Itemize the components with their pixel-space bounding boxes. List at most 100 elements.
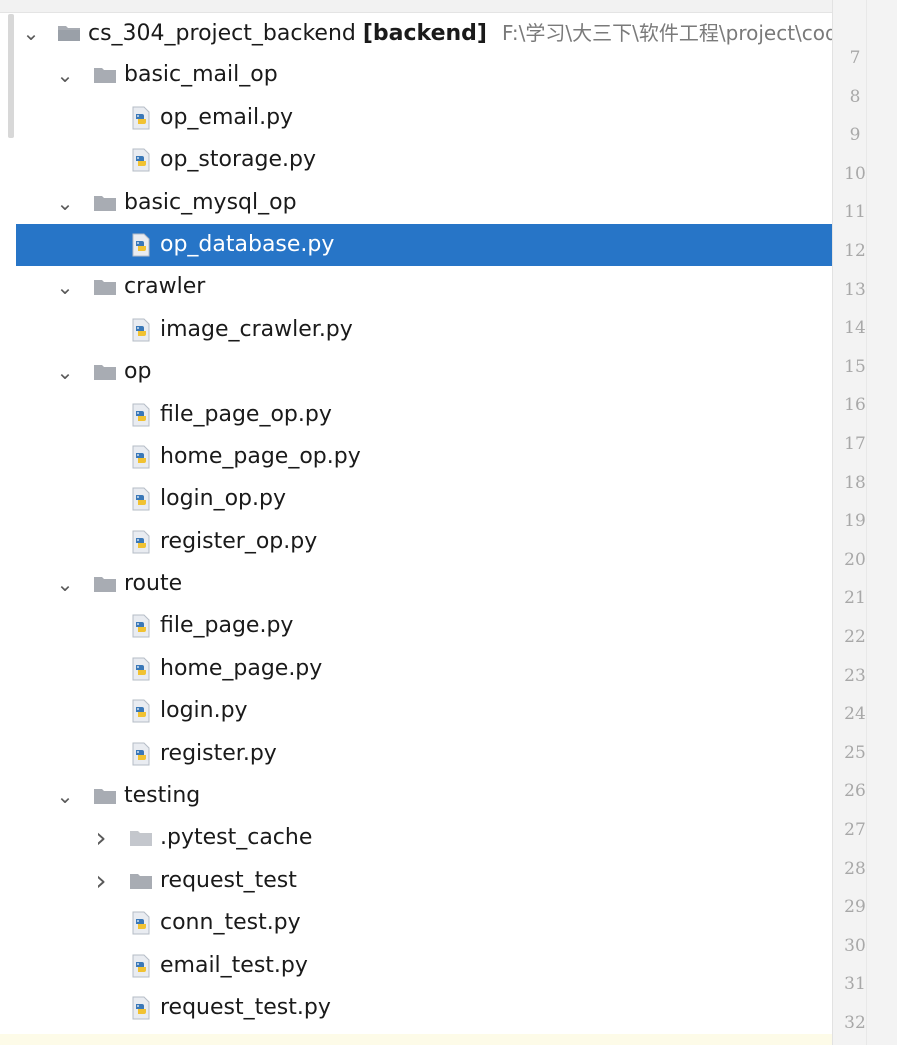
tree-folder-row[interactable]: ⌄ basic_mysql_op	[0, 182, 832, 224]
python-file-icon	[128, 741, 154, 767]
line-number: 23	[844, 665, 866, 686]
module-name: [backend]	[362, 21, 487, 46]
file-label: register.py	[160, 740, 277, 766]
tree-file-row[interactable]: email_test.py	[0, 945, 832, 987]
tree-folder-row[interactable]: ⌄ op	[0, 351, 832, 393]
python-file-icon	[128, 910, 154, 936]
tree-file-row[interactable]: register_op.py	[0, 521, 832, 563]
file-label: email_test.py	[160, 952, 308, 978]
tree-folder-row[interactable]: ⌄ testing	[0, 775, 832, 817]
folder-label: basic_mail_op	[124, 62, 278, 88]
folder-icon	[128, 868, 154, 894]
python-file-icon	[128, 232, 154, 258]
tree-file-row[interactable]: file_page.py	[0, 605, 832, 647]
file-label: home_page_op.py	[160, 443, 361, 469]
chevron-down-icon[interactable]: ⌄	[52, 182, 78, 224]
line-number: 14	[844, 318, 866, 339]
python-file-icon	[128, 953, 154, 979]
project-path: F:\学习\大三下\软件工程\project\cod	[501, 21, 838, 45]
line-number: 16	[844, 395, 866, 416]
tree-row-project-root[interactable]: ⌄ cs_304_project_backend [backend] F:\学习…	[0, 12, 838, 54]
tree-folder-row[interactable]: ⌄ route	[0, 563, 832, 605]
tree-file-row[interactable]: home_page_op.py	[0, 436, 832, 478]
gutter-divider	[866, 0, 867, 1045]
file-label: op_email.py	[160, 104, 294, 130]
module-folder-icon	[56, 20, 82, 46]
file-label: file_page.py	[160, 613, 294, 639]
file-label: login.py	[160, 698, 248, 724]
line-number: 9	[849, 125, 861, 146]
tree-file-row[interactable]: conn_test.py	[0, 902, 832, 944]
line-number	[833, 0, 877, 12]
tree-file-row[interactable]: op_database.py	[16, 223, 832, 267]
file-label: login_op.py	[160, 486, 286, 512]
line-number: 12	[844, 241, 866, 261]
line-number: 7	[849, 48, 861, 68]
line-number: 27	[844, 820, 866, 840]
tree-file-row[interactable]: image_crawler.py	[0, 309, 832, 351]
tree-folder-row[interactable]: › .pytest_cache	[0, 817, 832, 859]
chevron-right-icon[interactable]: ›	[88, 860, 114, 902]
chevron-down-icon[interactable]: ⌄	[18, 12, 44, 54]
chevron-down-icon[interactable]: ⌄	[52, 266, 78, 308]
folder-label: .pytest_cache	[160, 825, 313, 851]
folder-label: crawler	[124, 274, 206, 300]
python-file-icon	[128, 613, 154, 639]
line-number: 28	[844, 858, 866, 879]
folder-icon	[92, 190, 118, 216]
tree-file-row[interactable]: home_page.py	[0, 648, 832, 690]
file-label: image_crawler.py	[160, 316, 353, 342]
chevron-down-icon[interactable]: ⌄	[52, 351, 78, 393]
tree-folder-row[interactable]: › request_test	[0, 860, 832, 902]
tree-file-row[interactable]: login.py	[0, 690, 832, 732]
tree-rows: ⌄ basic_mail_op op_email.py op_storage.py ⌄ b…	[0, 54, 832, 1029]
folder-label: request_test	[160, 867, 297, 893]
tree-bottom-edge	[0, 1034, 832, 1045]
tree-folder-row[interactable]: ⌄ basic_mail_op	[0, 54, 832, 96]
tree-folder-row[interactable]: ⌄ crawler	[0, 266, 832, 308]
tree-file-row[interactable]: file_page_op.py	[0, 394, 832, 436]
project-root-label: cs_304_project_backend [backend] F:\学习\大…	[88, 12, 838, 54]
file-label: op_database.py	[160, 231, 335, 257]
chevron-right-icon[interactable]: ›	[88, 817, 114, 859]
folder-icon	[92, 62, 118, 88]
python-file-icon	[128, 656, 154, 682]
line-number: 32	[844, 1013, 866, 1033]
folder-icon	[128, 825, 154, 851]
file-label: request_test.py	[160, 994, 331, 1020]
folder-icon	[92, 783, 118, 809]
file-label: home_page.py	[160, 655, 323, 681]
line-number: 31	[844, 974, 866, 995]
python-file-icon	[128, 402, 154, 428]
folder-label: testing	[124, 783, 201, 809]
file-label: op_storage.py	[160, 147, 316, 173]
line-number: 19	[844, 511, 866, 532]
line-number: 17	[844, 434, 866, 454]
python-file-icon	[128, 529, 154, 555]
python-file-icon	[128, 444, 154, 470]
file-label: file_page_op.py	[160, 401, 332, 427]
tree-file-row[interactable]: op_email.py	[0, 97, 832, 139]
tree-file-row[interactable]: login_op.py	[0, 478, 832, 520]
file-label: register_op.py	[160, 528, 318, 554]
file-label: conn_test.py	[160, 910, 301, 936]
tree-file-row[interactable]: request_test.py	[0, 987, 832, 1029]
line-number: 15	[844, 356, 866, 377]
folder-icon	[92, 571, 118, 597]
folder-label: basic_mysql_op	[124, 189, 297, 215]
chevron-down-icon[interactable]: ⌄	[52, 775, 78, 817]
folder-icon	[92, 274, 118, 300]
python-file-icon	[128, 698, 154, 724]
line-number: 18	[844, 472, 866, 493]
line-number: 13	[844, 279, 866, 300]
project-tool-window: ⌄ cs_304_project_backend [backend] F:\学习…	[0, 0, 897, 1045]
chevron-down-icon[interactable]: ⌄	[52, 563, 78, 605]
python-file-icon	[128, 317, 154, 343]
chevron-down-icon[interactable]: ⌄	[52, 54, 78, 96]
tree-file-row[interactable]: register.py	[0, 733, 832, 775]
tree-file-row[interactable]: op_storage.py	[0, 139, 832, 181]
line-number: 30	[844, 935, 866, 956]
line-number: 29	[844, 897, 866, 918]
python-file-icon	[128, 486, 154, 512]
line-number: 22	[844, 627, 866, 647]
